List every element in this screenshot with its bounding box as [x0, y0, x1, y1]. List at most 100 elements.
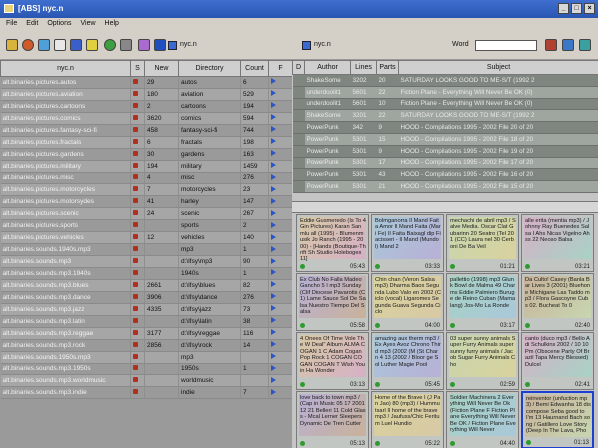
article-header-row: D Author Lines Parts Subject [292, 60, 598, 75]
thumbnail-card[interactable]: 4 Onees Of Time Vole The W Deal" Album A… [296, 332, 369, 390]
menu-options[interactable]: Options [47, 20, 71, 32]
maximize-button[interactable]: □ [571, 3, 582, 14]
newsgroup-row[interactable]: alt.binaries.pictures.sports sports 2 [0, 219, 292, 233]
newsgroup-row[interactable]: alt.binaries.pictures.misc 4 misc 276 [0, 172, 292, 185]
newsgroup-row[interactable]: alt.binaries.pictures.gardens 30 gardens 16… [0, 148, 292, 161]
thumbnail-card[interactable]: love back to town mp3 / (Cap in Music 05… [296, 391, 369, 448]
newsgroup-row[interactable]: alt.binaries.pictures.military 194 militar… [0, 160, 292, 173]
newsgroup-row[interactable]: alt.binaries.pictures.motorsydes 41 harley… [0, 195, 292, 209]
header-parts[interactable]: Parts [376, 60, 399, 75]
thumbnail-card[interactable]: amazing aux therm mp3 / Ex Ayes Avoz Chr… [371, 332, 444, 390]
newsgroup-row[interactable]: alt.binaries.pictures.aviation 180 aviatio… [0, 88, 292, 101]
newsgroup-row[interactable]: alt.binaries.pictures.motorcycles 7 motorc… [0, 183, 292, 197]
thumbnail-card[interactable]: reinventor (unfuction mp3) / Bemi Edwanh… [521, 391, 594, 448]
header-directory[interactable]: Directory [178, 60, 241, 77]
thumbnail-card[interactable]: 03 super sunny animals Super Furry Anima… [446, 332, 519, 390]
newsgroup-row[interactable]: alt.binaries.pictures.comics 3620 comics 59… [0, 112, 292, 125]
thumbnail-caption: Home of the Brave I (J Pan Jao) 80 (mp3)… [375, 395, 441, 427]
newsgroup-row[interactable]: alt.binaries.sounds.1950s.mp3 mp3 [0, 351, 292, 364]
newsgroup-name: alt.binaries.sounds.mp3.rock [0, 339, 131, 352]
minimize-button[interactable]: _ [558, 3, 569, 14]
word-search-input[interactable] [475, 40, 537, 51]
newsgroup-row[interactable]: alt.binaries.sounds.mp3.latin d:\lfsy\lat… [0, 315, 292, 328]
newsgroup-row[interactable]: alt.binaries.pictures.autos 29 autos 6 [0, 76, 292, 89]
article-parts: 43 [376, 168, 399, 182]
newsgroup-name: alt.binaries.sounds.mp3.1940s [0, 267, 131, 280]
newsgroup-row[interactable]: alt.binaries.pictures.scenic 24 scenic 267 [0, 207, 292, 221]
newsgroup-row[interactable]: alt.binaries.sounds.mp3.1940s 1940s 1 [0, 267, 292, 280]
newsgroup-row[interactable]: alt.binaries.pictures.fantasy-sci-fi 458 f… [0, 124, 292, 137]
thumbnail-card[interactable]: Chin chan (Veron Salsa mp3) Dharma Baos … [371, 273, 444, 331]
article-row[interactable]: PowerPunk 5301 43 HOOD - Compilations 1995 … [292, 168, 598, 182]
article-author: ShakeSome [304, 74, 351, 87]
group-icon[interactable] [154, 39, 166, 51]
thumbnail-card[interactable]: pallettio (1998) mp3 Glunk Bowl de Malma… [446, 273, 519, 331]
flag-cell [268, 267, 292, 280]
thumbnail-duration: 02:40 [574, 323, 590, 329]
thumbnail-scrollbar[interactable] [292, 201, 598, 213]
thumbnail-card[interactable]: Soldier Machinera 2 Everything Will Neve… [446, 391, 519, 448]
newsgroup-row[interactable]: alt.binaries.sounds.mp3.1950s 1950s 1 [0, 363, 292, 376]
newsgroup-row[interactable]: alt.binaries.sounds.mp3.blues 2661 d:\lfsy… [0, 279, 292, 292]
header-d[interactable]: D [292, 60, 305, 75]
filter-icon[interactable] [138, 39, 150, 51]
search-icon[interactable] [120, 39, 132, 51]
filter-checkbox[interactable] [302, 41, 311, 50]
header-lines[interactable]: Lines [350, 60, 377, 75]
article-row[interactable]: underdoolit1 5601 22 Fiction Plane - Everyt… [292, 86, 598, 99]
menu-edit[interactable]: Edit [26, 20, 38, 32]
newsgroup-row[interactable]: alt.binaries.pictures.fractals 6 fractals 1… [0, 136, 292, 149]
header-flag[interactable]: F [268, 60, 292, 77]
article-row[interactable]: PowerPunk 342 9 HOOD - Compilations 1995 - … [292, 121, 598, 134]
newsgroup-row[interactable]: alt.binaries.sounds.mp3.rock 2856 d:\lfsy\… [0, 339, 292, 352]
header-subject[interactable]: Subject [398, 60, 598, 75]
thumbnail-duration: 03:21 [574, 264, 590, 270]
group-checkbox[interactable] [168, 41, 177, 50]
article-row[interactable]: ShakeSome 3202 20 SATURDAY LOOKS GOOD TO ME… [292, 74, 598, 87]
thumbnail-card[interactable]: alle erita (mentia mp3) / Johnny Ray Bue… [521, 214, 594, 272]
newsgroup-row[interactable]: alt.binaries.sounds.mp3.indie indie 7 [0, 386, 292, 400]
menu-file[interactable]: File [6, 20, 17, 32]
pictures-icon[interactable] [545, 39, 557, 51]
go-icon[interactable] [104, 39, 116, 51]
folder-icon[interactable] [86, 39, 98, 51]
thumbnail-card[interactable]: mechachi de abril mp3 / Salve Media. Osc… [446, 214, 519, 272]
download-icon[interactable] [70, 39, 82, 51]
refresh-icon[interactable] [38, 39, 50, 51]
new-icon[interactable] [54, 39, 66, 51]
help-icon[interactable] [579, 39, 591, 51]
article-row[interactable]: PowerPunk 5301 21 HOOD - Compilations 1995 … [292, 180, 598, 193]
newsgroup-row[interactable]: alt.binaries.sounds.mp3.jazz 4335 d:\lfsy\… [0, 303, 292, 316]
thumbnail-card[interactable]: Eddie Gusmeredo (Is To 4 Gin Pictures) K… [296, 214, 369, 272]
newsgroup-row[interactable]: alt.binaries.sounds.mp3 d:\lfsy\mp3 90 [0, 255, 292, 268]
newsgroup-row[interactable]: alt.binaries.sounds.mp3.worldmusic worldm… [0, 374, 292, 388]
connect-icon[interactable] [22, 39, 34, 51]
article-row[interactable]: PowerPunk 5301 17 HOOD - Compilations 1995 … [292, 157, 598, 170]
article-row[interactable]: ShakeSome 3201 22 SATURDAY LOOKS GOOD TO ME… [292, 109, 598, 123]
header-new[interactable]: New [144, 60, 179, 77]
thumbnail-card[interactable]: canto (duco mp3 / Bello Adi Schulkins 20… [521, 332, 594, 390]
thumbnail-card[interactable]: Bolmganorra Il Mand Faita Amor Il Mand F… [371, 214, 444, 272]
flag-arrow-icon [271, 90, 276, 97]
article-row[interactable]: PowerPunk 5301 15 HOOD - Compilations 1995 … [292, 133, 598, 146]
header-author[interactable]: Author [304, 60, 351, 75]
article-row[interactable]: underdoolit1 5601 10 Fiction Plane - Everyt… [292, 98, 598, 111]
thumbnail-card[interactable]: Ex Club No Falla Madeo Gancho 5 I mp3 Su… [296, 273, 369, 331]
article-row[interactable]: PowerPunk 5301 9 HOOD - Compilations 1995 -… [292, 145, 598, 158]
menu-view[interactable]: View [80, 20, 95, 32]
menu-help[interactable]: Help [105, 20, 119, 32]
thumbnail-card[interactable]: Home of the Brave I (J Pan Jao) 80 (mp3)… [371, 391, 444, 448]
newsgroup-row[interactable]: alt.binaries.sounds.mp3.reggae 3177 d:\lfs… [0, 327, 292, 340]
newsgroup-row[interactable]: alt.binaries.sounds.1940s.mp3 mp3 1 [0, 243, 292, 257]
newsgroup-row[interactable]: alt.binaries.pictures.cartoons 2 cartoons 1… [0, 100, 292, 113]
thumbnail-card[interactable]: Da Culto! Casey (Banla Bar Lives 3 (2001… [521, 273, 594, 331]
open-icon[interactable] [6, 39, 18, 51]
status-pin-icon [133, 353, 138, 359]
thumbs-icon[interactable] [562, 39, 574, 51]
header-count[interactable]: Count [240, 60, 269, 77]
header-status[interactable]: S [130, 60, 145, 77]
close-button[interactable]: × [584, 3, 595, 14]
newsgroup-row[interactable]: alt.binaries.sounds.mp3.dance 3906 d:\lfsy… [0, 291, 292, 304]
header-group[interactable]: nyc.n [0, 60, 131, 77]
newsgroup-row[interactable]: alt.binaries.pictures.vehicles 12 vehicles… [0, 231, 292, 245]
